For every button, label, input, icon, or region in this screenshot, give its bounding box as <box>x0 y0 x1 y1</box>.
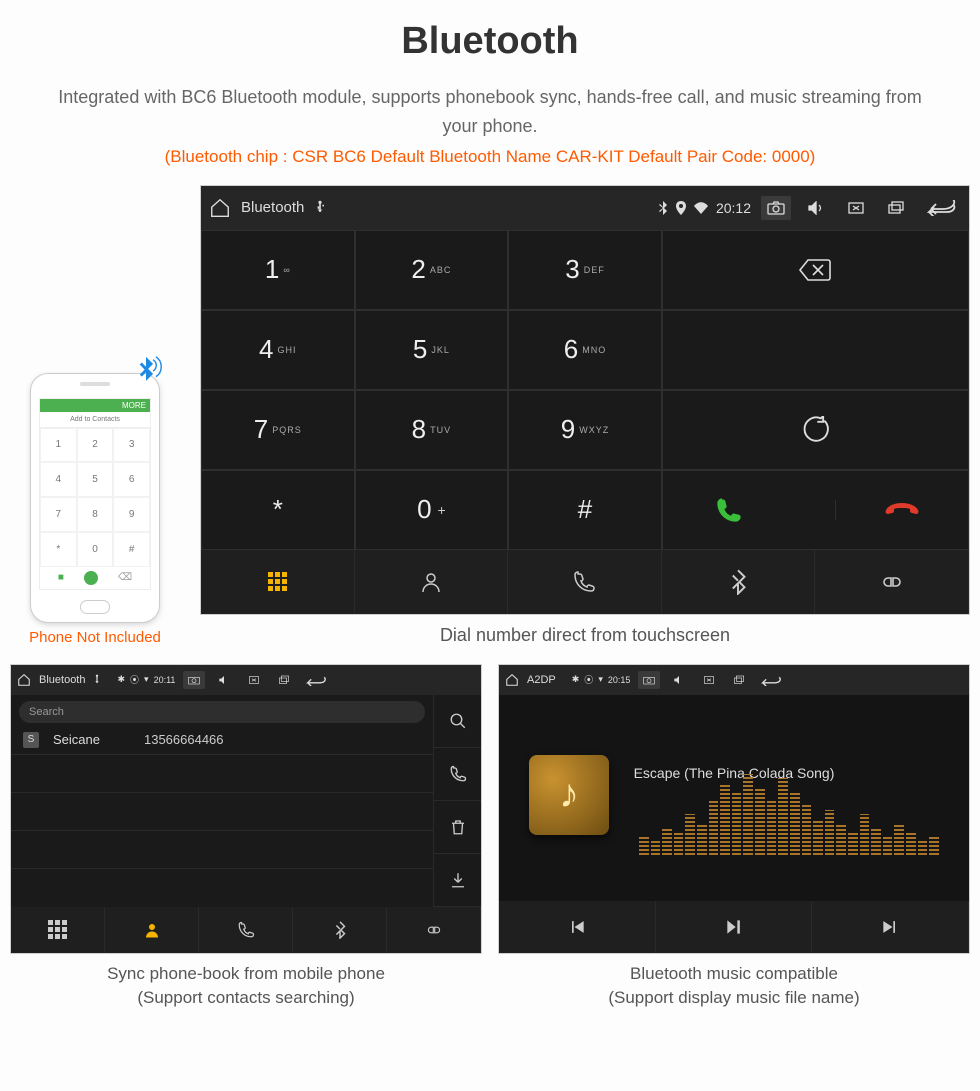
wifi-icon: ▾ <box>598 674 603 685</box>
wifi-icon: ▾ <box>144 674 149 685</box>
phone-illustration: MORE Add to Contacts 123456789*0# ■ ⌫ <box>30 373 160 623</box>
home-icon[interactable] <box>209 197 231 219</box>
key-#[interactable]: # <box>508 470 662 550</box>
volume-icon[interactable] <box>213 671 235 689</box>
home-icon[interactable] <box>17 673 31 687</box>
usb-icon <box>93 674 101 686</box>
tab-contacts[interactable] <box>355 550 509 614</box>
backspace-button[interactable] <box>662 230 969 310</box>
music-note-icon: ♪ <box>529 755 609 835</box>
usb-icon <box>314 200 326 216</box>
tab-pair[interactable] <box>387 907 481 953</box>
phone-note: Phone Not Included <box>10 629 180 646</box>
contact-row[interactable]: S Seicane 13566664466 <box>11 726 433 755</box>
music-caption: Bluetooth music compatible(Support displ… <box>498 962 970 1011</box>
location-icon: ⦿ <box>584 673 593 686</box>
key-*[interactable]: * <box>201 470 355 550</box>
tab-dialpad[interactable] <box>11 907 105 953</box>
home-icon[interactable] <box>505 673 519 687</box>
back-icon[interactable] <box>303 674 329 686</box>
dialer-caption: Dial number direct from touchscreen <box>200 625 970 646</box>
key-8[interactable]: 8TUV <box>355 390 509 470</box>
prev-button[interactable] <box>499 901 656 953</box>
key-3[interactable]: 3DEF <box>508 230 662 310</box>
bluetooth-spec: (Bluetooth chip : CSR BC6 Default Blueto… <box>10 147 970 167</box>
bluetooth-status-icon <box>658 201 668 215</box>
hangup-button[interactable] <box>835 500 968 520</box>
tab-dialpad[interactable] <box>201 550 355 614</box>
page-title: Bluetooth <box>10 20 970 63</box>
delete-action-icon[interactable] <box>433 801 481 854</box>
close-icon[interactable] <box>698 671 720 689</box>
contact-initial: S <box>23 732 39 748</box>
screenshot-icon[interactable] <box>183 671 205 689</box>
search-input[interactable]: Search <box>19 701 425 723</box>
bluetooth-icon <box>129 354 163 388</box>
dialer-panel: Bluetooth 20:12 <box>200 185 970 615</box>
back-icon[interactable] <box>758 674 784 686</box>
key-2[interactable]: 2ABC <box>355 230 509 310</box>
contacts-caption: Sync phone-book from mobile phone(Suppor… <box>10 962 482 1011</box>
tab-bluetooth[interactable] <box>293 907 387 953</box>
tab-calllog[interactable] <box>508 550 662 614</box>
statusbar: A2DP ✱ ⦿ ▾ 20:15 <box>499 665 969 695</box>
next-button[interactable] <box>812 901 969 953</box>
app-name: Bluetooth <box>241 199 304 216</box>
tab-pair[interactable] <box>815 550 969 614</box>
key-6[interactable]: 6MNO <box>508 310 662 390</box>
close-icon[interactable] <box>841 196 871 220</box>
key-0[interactable]: 0+ <box>355 470 509 550</box>
tab-calllog[interactable] <box>199 907 293 953</box>
volume-icon[interactable] <box>801 196 831 220</box>
wifi-icon <box>694 202 708 214</box>
recent-apps-icon[interactable] <box>881 196 911 220</box>
video-icon: ■ <box>58 572 64 583</box>
bluetooth-status-icon: ✱ <box>117 674 125 685</box>
tab-bluetooth[interactable] <box>662 550 816 614</box>
contact-number: 13566664466 <box>144 732 224 747</box>
download-action-icon[interactable] <box>433 854 481 907</box>
clock: 20:12 <box>716 200 751 216</box>
recent-apps-icon[interactable] <box>728 671 750 689</box>
key-1[interactable]: 1∞ <box>201 230 355 310</box>
key-5[interactable]: 5JKL <box>355 310 509 390</box>
redial-button[interactable] <box>662 390 969 470</box>
contact-name: Seicane <box>53 732 100 747</box>
page-subtitle: Integrated with BC6 Bluetooth module, su… <box>50 83 930 141</box>
play-pause-button[interactable] <box>656 901 813 953</box>
search-action-icon[interactable] <box>433 695 481 748</box>
call-action-icon[interactable] <box>433 748 481 801</box>
location-icon <box>676 201 686 215</box>
contacts-panel: Bluetooth ✱ ⦿ ▾ 20:11 <box>10 664 482 954</box>
back-icon[interactable] <box>921 200 961 216</box>
screenshot-icon[interactable] <box>761 196 791 220</box>
location-icon: ⦿ <box>130 673 139 686</box>
recent-apps-icon[interactable] <box>273 671 295 689</box>
backspace-icon: ⌫ <box>118 572 132 583</box>
statusbar: Bluetooth 20:12 <box>201 186 969 230</box>
call-icon <box>84 571 98 585</box>
screenshot-icon[interactable] <box>638 671 660 689</box>
statusbar: Bluetooth ✱ ⦿ ▾ 20:11 <box>11 665 481 695</box>
bluetooth-status-icon: ✱ <box>572 674 580 685</box>
close-icon[interactable] <box>243 671 265 689</box>
key-9[interactable]: 9WXYZ <box>508 390 662 470</box>
tab-contacts[interactable] <box>105 907 199 953</box>
call-button[interactable] <box>663 496 796 524</box>
key-7[interactable]: 7PQRS <box>201 390 355 470</box>
equalizer <box>639 765 939 855</box>
key-4[interactable]: 4GHI <box>201 310 355 390</box>
volume-icon[interactable] <box>668 671 690 689</box>
music-panel: A2DP ✱ ⦿ ▾ 20:15 Escape (The Pina Co <box>498 664 970 954</box>
